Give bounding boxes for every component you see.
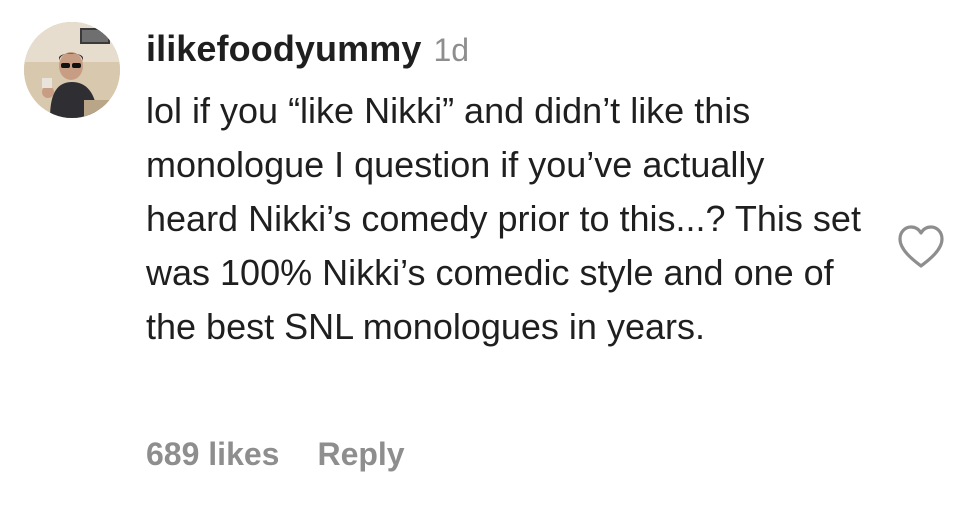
like-button[interactable] [896,224,946,270]
username-link[interactable]: ilikefoodyummy [146,28,421,70]
comment-actions: 689 likes Reply [146,436,405,473]
heart-outline-icon [898,225,944,268]
avatar[interactable] [24,22,120,118]
timestamp: 1d [433,32,470,68]
reply-button[interactable]: Reply [317,436,404,473]
comment: ilikefoodyummy 1d lol if you “like Nikki… [0,0,980,508]
comment-content: ilikefoodyummy 1d lol if you “like Nikki… [146,28,866,354]
likes-count-link[interactable]: 689 likes [146,436,279,473]
avatar-image [24,22,120,118]
comment-text: lol if you “like Nikki” and didn’t like … [146,90,861,347]
comment-meta: ilikefoodyummy 1d [146,28,866,76]
